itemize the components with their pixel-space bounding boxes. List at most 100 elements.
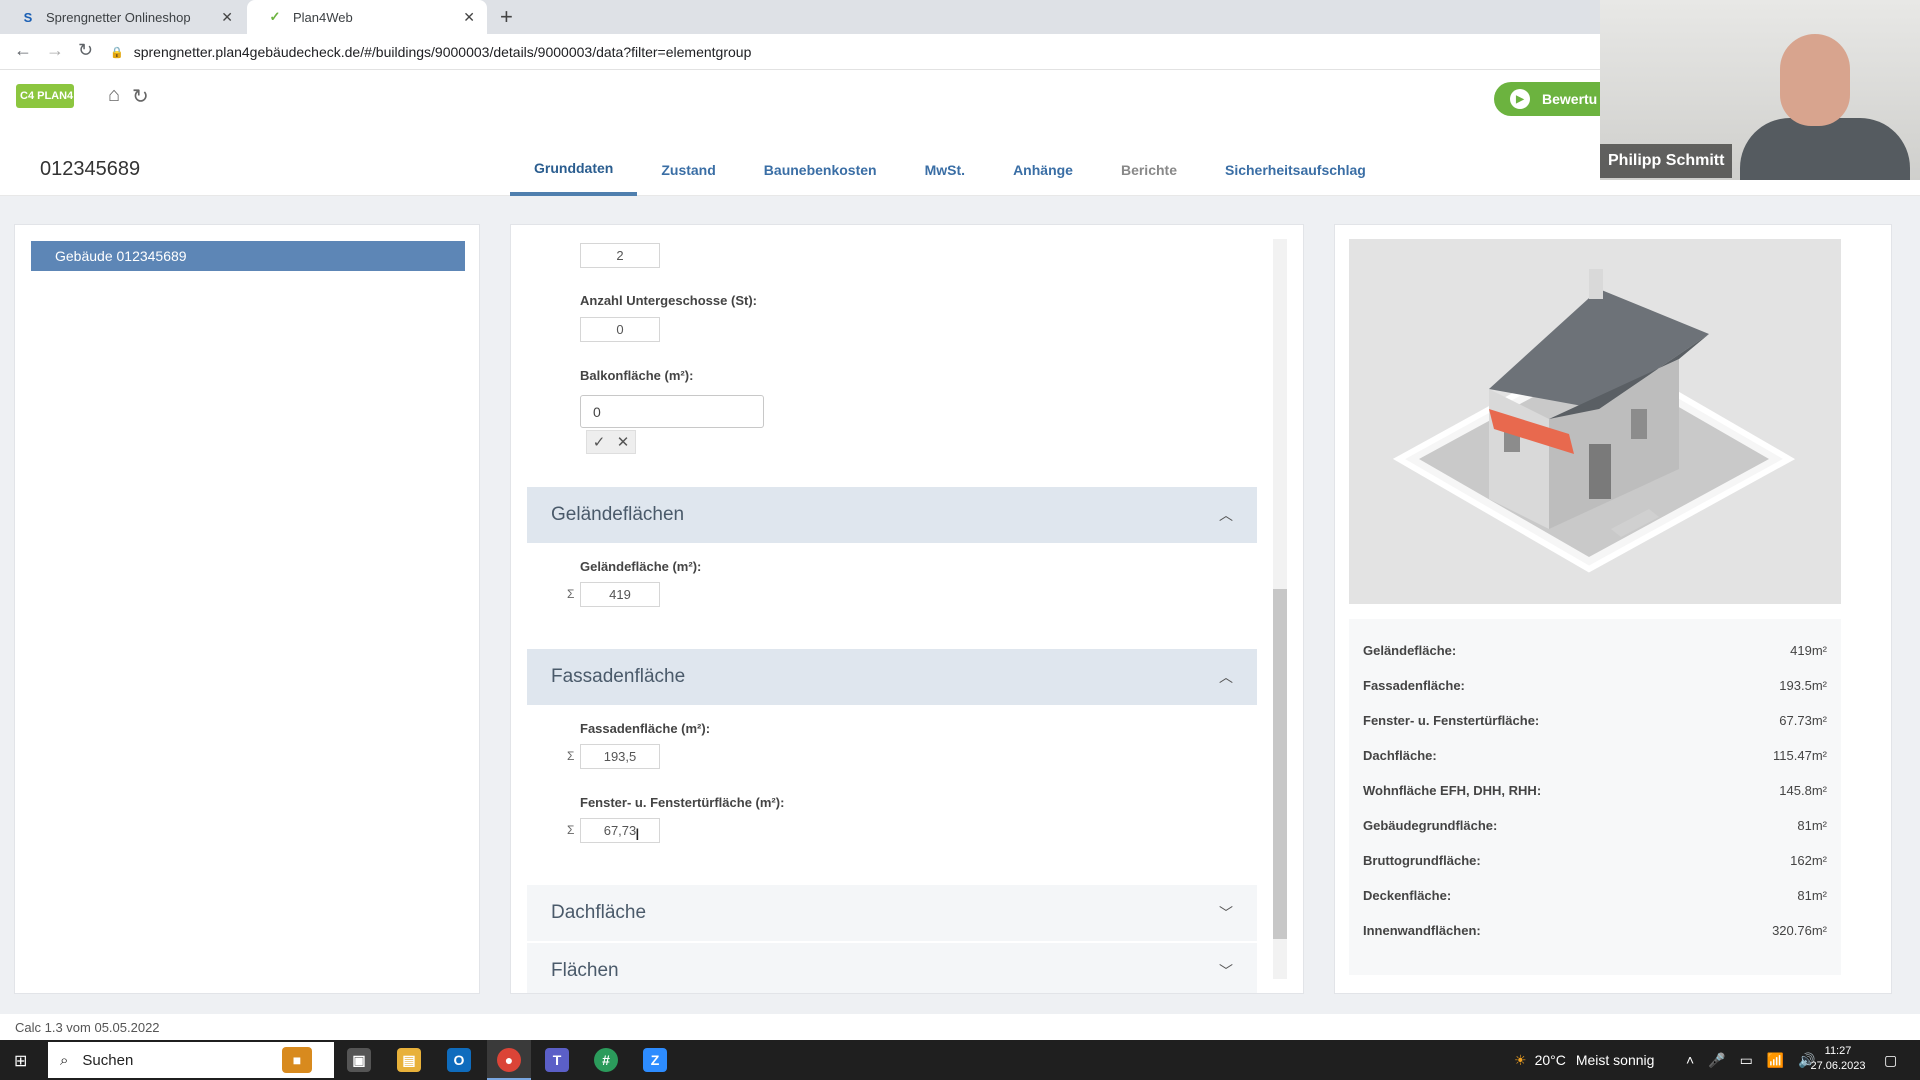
section-fassadenflaeche[interactable]: Fassadenfläche ︿ <box>527 649 1257 705</box>
stat-row: Fenster- u. Fenstertürfläche: 67.73m² <box>1349 703 1841 738</box>
close-tab-icon[interactable]: ✕ <box>221 9 233 26</box>
url-field[interactable]: 🔒 sprengnetter.plan4gebäudecheck.de/#/bu… <box>110 38 1610 66</box>
close-tab-icon[interactable]: ✕ <box>463 9 475 26</box>
weather-sun-icon: ☀ <box>1514 1051 1527 1068</box>
stat-value: 81m² <box>1797 818 1827 833</box>
microphone-icon[interactable]: 🎤 <box>1708 1052 1725 1069</box>
forward-icon[interactable]: → <box>46 40 64 61</box>
play-icon: ▶ <box>1510 89 1530 109</box>
search-label: Suchen <box>82 1051 134 1069</box>
summary-panel: Geländefläche: 419m² Fassadenfläche: 193.5… <box>1334 224 1892 994</box>
chevron-down-icon: ﹀ <box>1219 963 1233 979</box>
presenter-body <box>1740 118 1910 180</box>
presenter-head <box>1780 34 1850 126</box>
version-footer: Calc 1.3 vom 05.05.2022 <box>0 1014 1920 1040</box>
stat-label: Gebäudegrundfläche: <box>1363 818 1498 833</box>
tab-mwst[interactable]: MwSt. <box>901 144 989 196</box>
section-title: Geländeflächen <box>551 504 685 525</box>
tab-title: Sprengnetter Onlineshop <box>46 9 191 25</box>
scrollbar[interactable] <box>1273 239 1287 979</box>
house-illustration <box>1349 239 1841 604</box>
stat-value: 145.8m² <box>1779 783 1827 798</box>
tab-baunebenkosten[interactable]: Baunebenkosten <box>740 144 901 196</box>
home-icon[interactable]: ⌂ <box>108 84 120 107</box>
untergeschosse-label: Anzahl Untergeschosse (St): <box>580 293 757 308</box>
windows-start-icon[interactable]: ⊞ <box>14 1051 27 1071</box>
stat-row: Gebäudegrundfläche: 81m² <box>1349 808 1841 843</box>
edit-confirm-group: ✓ ✕ <box>586 430 636 454</box>
fenster-label: Fenster- u. Fenstertürfläche (m²): <box>580 795 785 810</box>
weather-widget[interactable]: ☀ 20°C Meist sonnig <box>1514 1040 1654 1080</box>
stat-label: Fenster- u. Fenstertürfläche: <box>1363 713 1540 728</box>
stat-value: 162m² <box>1790 853 1827 868</box>
detail-tabs: Grunddaten Zustand Baunebenkosten MwSt. … <box>510 144 1390 196</box>
clock[interactable]: 11:27 27.06.2023 <box>1808 1044 1868 1074</box>
cancel-icon[interactable]: ✕ <box>617 433 630 451</box>
tab-zustand[interactable]: Zustand <box>637 144 739 196</box>
stat-label: Bruttogrundfläche: <box>1363 853 1481 868</box>
network-icon[interactable]: 📶 <box>1767 1052 1784 1069</box>
clock-time: 11:27 <box>1824 1045 1852 1057</box>
bewertung-label: Bewertu <box>1542 91 1598 107</box>
fassade-field[interactable]: 193,5 <box>580 744 660 769</box>
chevron-down-icon: ﹀ <box>1219 905 1233 921</box>
taskbar: ⊞ ⌕ Suchen ■ ▣ ▤ O ● T # Z ☀ 20°C Meist … <box>0 1040 1920 1080</box>
sigma-icon: Σ <box>567 823 575 837</box>
tree-item-building[interactable]: Gebäude 012345689 <box>31 241 465 271</box>
stat-label: Innenwandflächen: <box>1363 923 1481 938</box>
stat-label: Dachfläche: <box>1363 748 1437 763</box>
section-gelaendeflaechen[interactable]: Geländeflächen ︿ <box>527 487 1257 543</box>
building-tree-panel: Gebäude 012345689 <box>14 224 480 994</box>
section-flaechen[interactable]: Flächen ﹀ <box>527 943 1257 993</box>
tab-grunddaten[interactable]: Grunddaten <box>510 144 638 196</box>
browser-tab-plan4web[interactable]: ✓ Plan4Web ✕ <box>247 0 487 34</box>
chevron-up-icon: ︿ <box>1219 507 1233 523</box>
check-icon[interactable]: ✓ <box>593 433 606 451</box>
battery-icon[interactable]: ▭ <box>1740 1052 1753 1069</box>
webcam-overlay: Philipp Schmitt <box>1600 0 1920 180</box>
system-tray: ˄ 🎤 ▭ 📶 🔊 <box>1686 1040 1816 1080</box>
stat-label: Wohnfläche EFH, DHH, RHH: <box>1363 783 1542 798</box>
tab-anhaenge[interactable]: Anhänge <box>989 144 1097 196</box>
section-dachflaeche[interactable]: Dachfläche ﹀ <box>527 885 1257 941</box>
scrollbar-thumb[interactable] <box>1273 589 1287 939</box>
browser-tab-onlineshop[interactable]: S Sprengnetter Onlineshop ✕ <box>0 0 245 34</box>
tab-berichte[interactable]: Berichte <box>1097 144 1201 196</box>
new-tab-icon[interactable]: + <box>500 4 513 30</box>
task-view-icon[interactable]: ▣ <box>347 1048 371 1072</box>
tray-chevron-icon[interactable]: ˄ <box>1686 1052 1694 1068</box>
slack-icon[interactable]: # <box>594 1048 618 1072</box>
refresh-icon[interactable]: ↻ <box>132 84 149 109</box>
balkon-input[interactable]: 0 <box>580 395 764 428</box>
fenster-field[interactable]: 67,73 <box>580 818 660 843</box>
outlook-icon[interactable]: O <box>447 1048 471 1072</box>
stat-row: Bruttogrundfläche: 162m² <box>1349 843 1841 878</box>
work-app-icon[interactable]: ■ <box>282 1047 312 1073</box>
stat-label: Deckenfläche: <box>1363 888 1452 903</box>
building-id: 012345689 <box>40 158 141 180</box>
stat-value: 115.47m² <box>1773 748 1827 763</box>
geschosse-field[interactable]: 2 <box>580 243 660 268</box>
tab-sicherheitsaufschlag[interactable]: Sicherheitsaufschlag <box>1201 144 1390 196</box>
weather-temp: 20°C <box>1534 1052 1566 1068</box>
chrome-icon[interactable]: ● <box>497 1048 521 1072</box>
back-icon[interactable]: ← <box>14 40 32 61</box>
tab-title: Plan4Web <box>293 9 353 25</box>
stat-value: 419m² <box>1790 643 1827 658</box>
app-logo[interactable]: C4 PLAN4 <box>16 84 74 108</box>
stat-label: Geländefläche: <box>1363 643 1457 658</box>
untergeschosse-field[interactable]: 0 <box>580 317 660 342</box>
stat-value: 67.73m² <box>1779 713 1827 728</box>
stat-row: Geländefläche: 419m² <box>1349 633 1841 668</box>
gelaende-field[interactable]: 419 <box>580 582 660 607</box>
reload-icon[interactable]: ↻ <box>78 40 93 61</box>
stat-row: Wohnfläche EFH, DHH, RHH: 145.8m² <box>1349 773 1841 808</box>
zoom-icon[interactable]: Z <box>643 1048 667 1072</box>
area-stats: Geländefläche: 419m² Fassadenfläche: 193.5… <box>1349 619 1841 975</box>
content-area: Gebäude 012345689 2 Anzahl Untergeschoss… <box>0 196 1920 1014</box>
stat-row: Fassadenfläche: 193.5m² <box>1349 668 1841 703</box>
file-explorer-icon[interactable]: ▤ <box>397 1048 421 1072</box>
sprengnetter-favicon-icon: S <box>23 9 33 25</box>
teams-icon[interactable]: T <box>545 1048 569 1072</box>
notification-icon[interactable]: ▢ <box>1884 1040 1897 1080</box>
